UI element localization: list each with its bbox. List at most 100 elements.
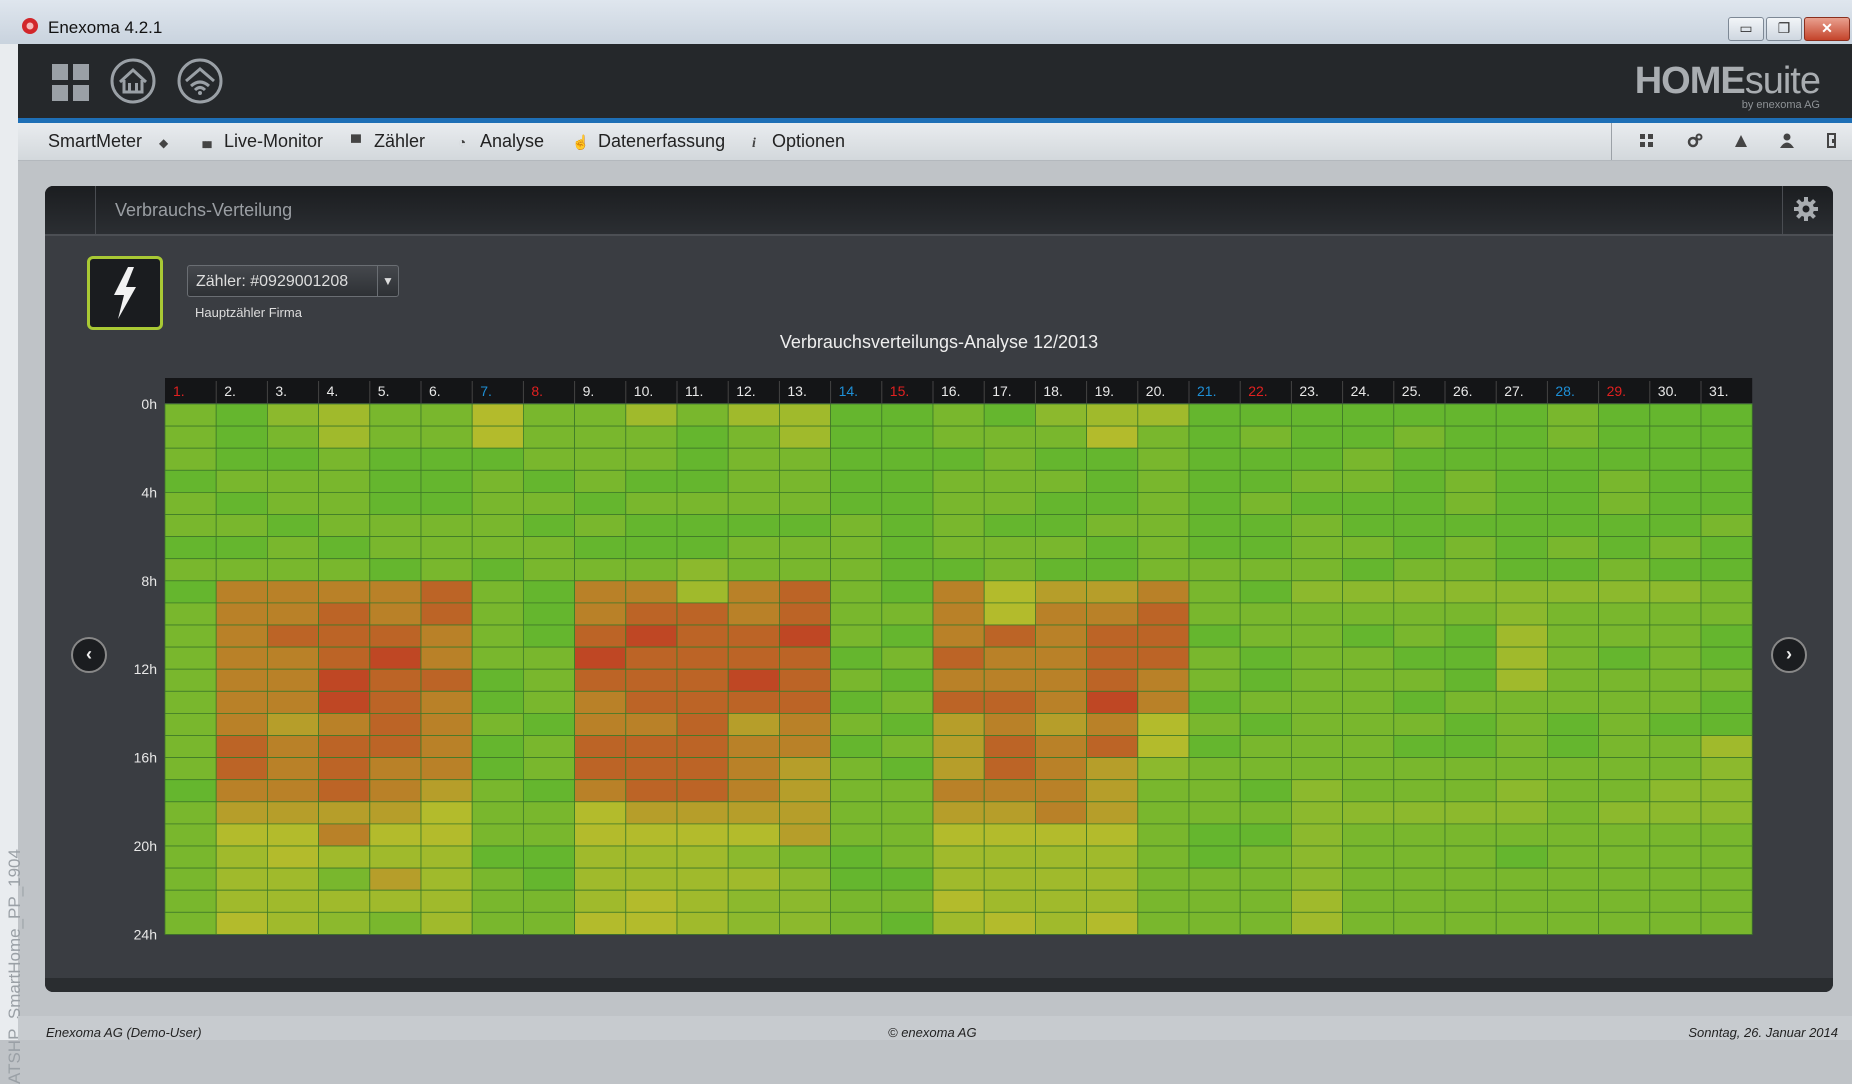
- heatmap-cell: [318, 646, 371, 670]
- heatmap-cell: [779, 801, 832, 825]
- heatmap-cell: [1649, 889, 1702, 913]
- heatmap-cell: [420, 469, 473, 493]
- heatmap-cell: [727, 823, 780, 847]
- heatmap-cell: [164, 602, 217, 626]
- heatmap-cell: [1239, 536, 1292, 560]
- app-header: HOMEsuite by enexoma AG: [18, 44, 1852, 123]
- heatmap-cell: [727, 646, 780, 670]
- heatmap-cell: [574, 911, 627, 935]
- previous-month-button[interactable]: ‹: [71, 637, 107, 673]
- heatmap-cell: [318, 536, 371, 560]
- exit-icon[interactable]: [1826, 133, 1838, 149]
- heatmap-cell: [1547, 469, 1600, 493]
- heatmap-cell: [1700, 801, 1753, 825]
- heatmap-cell: [1086, 713, 1139, 736]
- heatmap-cell: [881, 469, 934, 493]
- maximize-button[interactable]: ❐: [1766, 17, 1802, 41]
- heatmap-cell: [164, 425, 217, 449]
- heatmap-cell: [1137, 690, 1190, 714]
- day-label: 17.: [992, 383, 1011, 399]
- close-button[interactable]: ✕: [1804, 17, 1850, 41]
- nav-smartmeter[interactable]: SmartMeter ◆: [48, 123, 168, 160]
- heatmap-cell: [522, 624, 575, 648]
- heatmap-cell: [1342, 713, 1395, 736]
- heatmap-cell: [1495, 580, 1548, 604]
- heatmap-cell: [881, 690, 934, 714]
- heatmap-cell: [266, 735, 319, 759]
- heatmap-cell: [1291, 558, 1344, 582]
- heatmap-cell: [471, 911, 524, 935]
- heatmap-cell: [676, 911, 729, 935]
- settings-icon[interactable]: [1687, 133, 1703, 149]
- heatmap-cell: [727, 558, 780, 582]
- heatmap-cell: [1547, 801, 1600, 825]
- heatmap-cell: [625, 690, 678, 714]
- heatmap-cell: [1700, 867, 1753, 891]
- heatmap-cell: [164, 646, 217, 670]
- warning-icon[interactable]: [1734, 134, 1748, 148]
- heatmap-cell: [1086, 911, 1139, 935]
- heatmap-cell: [983, 889, 1036, 913]
- heatmap-cell: [522, 491, 575, 515]
- heatmap-cell: [1188, 447, 1241, 471]
- heatmap-cell: [1598, 425, 1651, 449]
- heatmap-cell: [932, 469, 985, 493]
- heatmap-cell: [625, 867, 678, 891]
- heatmap-cell: [420, 558, 473, 582]
- heatmap-cell: [727, 447, 780, 471]
- heatmap-cell: [1598, 801, 1651, 825]
- heatmap-cell: [369, 713, 422, 736]
- heatmap-cell: [1700, 469, 1753, 493]
- heatmap-cell: [779, 889, 832, 913]
- heatmap-cell: [369, 690, 422, 714]
- heatmap-cell: [1137, 558, 1190, 582]
- heatmap-cell: [1086, 447, 1139, 471]
- close-icon: ✕: [1821, 20, 1833, 36]
- heatmap-cell: [1086, 889, 1139, 913]
- nav-live-monitor[interactable]: ▮▮▮ Live-Monitor: [198, 123, 323, 160]
- heatmap-cell: [1700, 735, 1753, 759]
- heatmap-cell: [266, 911, 319, 935]
- heatmap-cell: [420, 403, 473, 427]
- heatmap-cell: [1444, 757, 1497, 781]
- heatmap-cell: [1342, 911, 1395, 935]
- pie-chart-icon: ◔: [457, 134, 467, 150]
- nav-zaehler[interactable]: ▀ Zähler: [348, 123, 425, 160]
- heatmap-cell: [1393, 690, 1446, 714]
- home-icon[interactable]: [110, 58, 156, 104]
- heatmap-cell: [1700, 911, 1753, 935]
- heatmap-cell: [727, 602, 780, 626]
- heatmap-cell: [1291, 823, 1344, 847]
- heatmap-cell: [676, 646, 729, 670]
- heatmap-cell: [1291, 690, 1344, 714]
- heatmap-cell: [164, 911, 217, 935]
- nav-analyse[interactable]: ◔ Analyse: [454, 123, 544, 160]
- heatmap-cell: [625, 713, 678, 736]
- apps-grid-icon[interactable]: [52, 64, 90, 102]
- heatmap-cell: [1444, 536, 1497, 560]
- heatmap-cell: [1342, 867, 1395, 891]
- heatmap-cell: [727, 514, 780, 538]
- heatmap-cell: [830, 757, 883, 781]
- heatmap-cell: [625, 425, 678, 449]
- user-icon[interactable]: [1780, 133, 1794, 148]
- heatmap-cell: [471, 713, 524, 736]
- heatmap-cell: [779, 491, 832, 515]
- heatmap-cell: [318, 469, 371, 493]
- nav-live-monitor-label: Live-Monitor: [224, 131, 324, 151]
- minimize-icon: ▭: [1739, 20, 1753, 36]
- app-logo-icon: [22, 18, 38, 34]
- heatmap-cell: [779, 536, 832, 560]
- heatmap-cell: [1444, 889, 1497, 913]
- next-month-button[interactable]: ›: [1771, 637, 1807, 673]
- heatmap-cell: [1444, 646, 1497, 670]
- heatmap-cell: [1649, 536, 1702, 560]
- modules-icon[interactable]: [1640, 134, 1654, 148]
- nav-datenerfassung[interactable]: ☝ Datenerfassung: [572, 123, 725, 160]
- heatmap-cell: [164, 823, 217, 847]
- heatmap-cell: [881, 911, 934, 935]
- heatmap-cell: [881, 801, 934, 825]
- nav-optionen[interactable]: i Optionen: [746, 123, 845, 160]
- smart-home-icon[interactable]: [177, 58, 223, 104]
- minimize-button[interactable]: ▭: [1728, 17, 1764, 41]
